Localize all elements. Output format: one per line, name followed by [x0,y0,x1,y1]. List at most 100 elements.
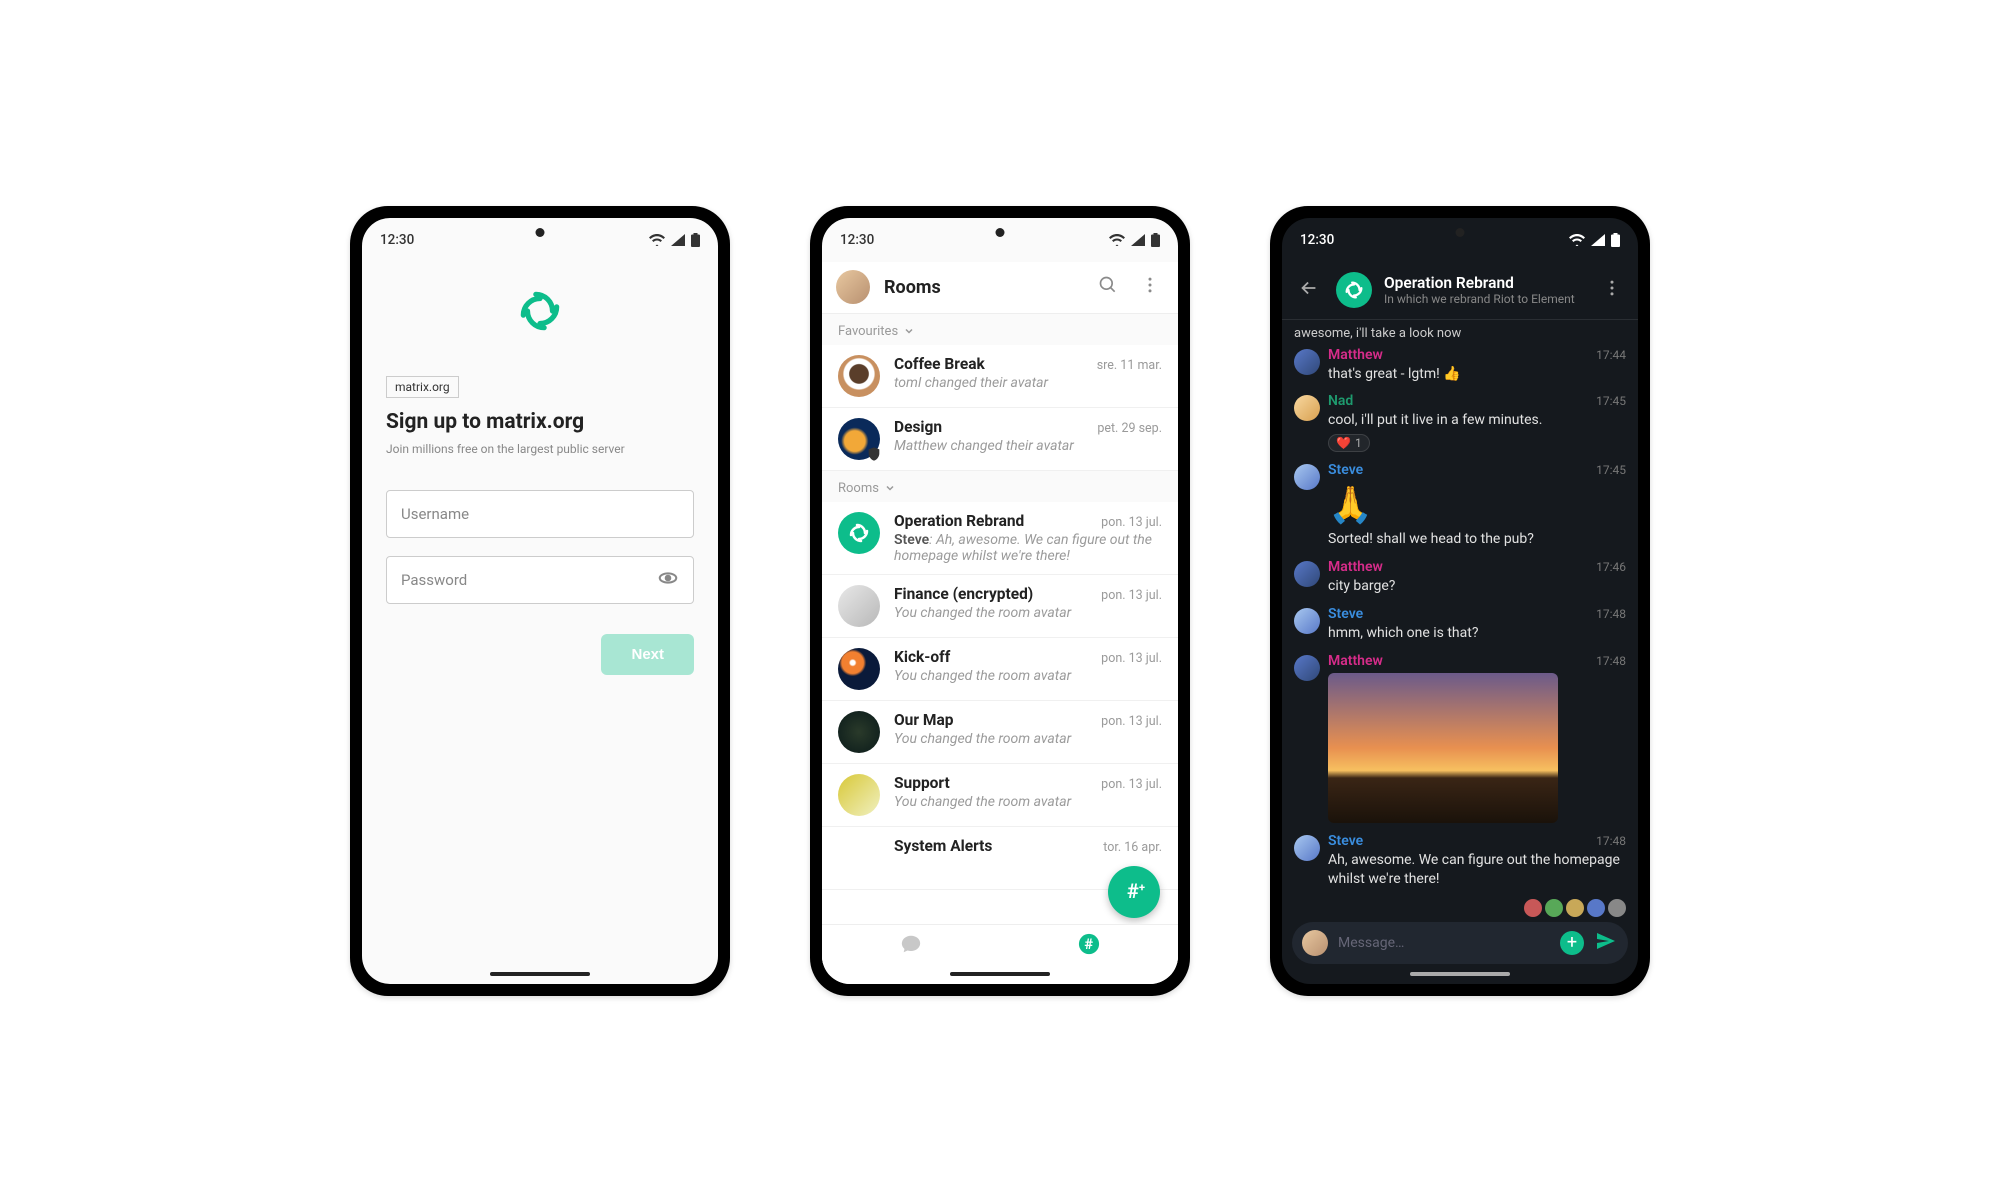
message[interactable]: Steve17:48hmm, which one is that? [1328,606,1626,643]
room-date: pon. 13 jul. [1101,651,1162,666]
room-row[interactable]: Finance (encrypted)pon. 13 jul.You chang… [822,575,1178,638]
message[interactable]: Matthew 17:46 city barge? [1328,559,1626,596]
room-date: pon. 13 jul. [1101,777,1162,792]
more-icon[interactable] [1136,271,1164,303]
sender-name: Steve [1328,606,1363,622]
status-bar: 12:30 [1282,218,1638,262]
signup-screen: 12:30 matrix.org Sign up to matrix.org J… [362,218,718,984]
read-avatar [1566,899,1584,917]
message[interactable]: Steve17:45🙏Sorted! shall we head to the … [1328,462,1626,549]
sender-name: Matthew [1328,347,1383,363]
server-badge[interactable]: matrix.org [386,376,459,398]
next-button[interactable]: Next [601,634,694,675]
room-avatar [838,648,880,690]
room-avatar [838,355,880,397]
user-avatar[interactable] [836,270,870,304]
message[interactable]: Nad17:45cool, i'll put it live in a few … [1328,393,1626,452]
sender-avatar[interactable] [1294,655,1320,681]
room-row[interactable]: Operation Rebrandpon. 13 jul.Steve: Ah, … [822,502,1178,575]
section-label: Favourites [838,324,898,339]
read-avatar [1524,899,1542,917]
battery-icon [1611,233,1620,247]
room-name: Coffee Break [894,355,985,373]
room-info: Designpet. 29 sep.Matthew changed their … [894,418,1162,454]
password-placeholder: Password [401,571,467,589]
signal-icon [1591,234,1605,246]
message-body: cool, i'll put it live in a few minutes. [1328,411,1626,430]
username-field[interactable]: Username [386,490,694,538]
more-icon[interactable] [1598,274,1626,306]
room-subtitle: toml changed their avatar [894,375,1162,391]
status-bar: 12:30 [362,218,718,262]
nav-bar[interactable] [950,972,1050,976]
room-row[interactable]: Designpet. 29 sep.Matthew changed their … [822,408,1178,471]
overflow-message: awesome, i'll take a look now [1294,326,1626,341]
show-password-icon[interactable] [657,567,679,593]
attach-button[interactable]: + [1560,931,1584,955]
rooms-screen: 12:30 Rooms Favourites Coffee Breaksre. 1… [822,218,1178,984]
room-avatar [838,711,880,753]
room-info: Finance (encrypted)pon. 13 jul.You chang… [894,585,1162,621]
room-date: pon. 13 jul. [1101,515,1162,530]
room-name: Finance (encrypted) [894,585,1033,603]
sender-name: Matthew [1328,559,1383,575]
sender-avatar[interactable] [1294,561,1320,587]
status-icons [1569,233,1620,247]
room-row[interactable]: Coffee Breaksre. 11 mar.toml changed the… [822,345,1178,408]
battery-icon [1151,233,1160,247]
room-info: Operation Rebrandpon. 13 jul.Steve: Ah, … [894,512,1162,564]
message[interactable]: Steve17:48Ah, awesome. We can figure out… [1328,833,1626,889]
nav-bar[interactable] [490,972,590,976]
read-avatar [1587,899,1605,917]
rooms-tab[interactable]: # [1000,933,1178,955]
chat-body[interactable]: awesome, i'll take a look now Matthew17:… [1282,320,1638,984]
room-info: Supportpon. 13 jul.You changed the room … [894,774,1162,810]
room-avatar [838,837,880,879]
room-row[interactable]: Supportpon. 13 jul.You changed the room … [822,764,1178,827]
room-section-header[interactable]: Favourites [822,314,1178,345]
status-bar: 12:30 [822,218,1178,262]
sender-avatar[interactable] [1294,464,1320,490]
message[interactable]: Matthew17:48 [1328,653,1626,823]
reaction-chip[interactable]: ❤️ 1 [1328,434,1370,452]
sender-avatar[interactable] [1294,349,1320,375]
message-time: 17:44 [1596,348,1626,362]
message[interactable]: Matthew17:44that's great - lgtm! 👍 [1328,347,1626,384]
message-time: 17:46 [1596,560,1626,574]
chevron-down-icon [884,482,896,494]
room-avatar[interactable] [1336,272,1372,308]
element-logo [515,286,565,340]
read-avatar [1608,899,1626,917]
room-subtitle: You changed the room avatar [894,731,1162,747]
room-row[interactable]: Our Mappon. 13 jul.You changed the room … [822,701,1178,764]
phone-rooms: 12:30 Rooms Favourites Coffee Breaksre. 1… [810,206,1190,996]
status-time: 12:30 [380,232,414,248]
room-subtitle: You changed the room avatar [894,794,1162,810]
room-topic: In which we rebrand Riot to Element [1384,292,1586,306]
sender-avatar[interactable] [1294,608,1320,634]
nav-bar[interactable] [1410,972,1510,976]
message-time: 17:48 [1596,654,1626,668]
room-date: tor. 16 apr. [1103,840,1162,855]
message-image[interactable] [1328,673,1558,823]
sender-avatar[interactable] [1294,835,1320,861]
room-row[interactable]: Kick-offpon. 13 jul.You changed the room… [822,638,1178,701]
new-room-fab[interactable]: #+ [1108,866,1160,918]
message-input[interactable]: Message… [1338,935,1550,951]
message-body: city barge? [1328,577,1626,596]
back-icon[interactable] [1294,273,1324,307]
phone-chat: 12:30 Operation Rebrand In which we rebr… [1270,206,1650,996]
search-icon[interactable] [1094,271,1122,303]
svg-text:#: # [1127,880,1139,903]
send-button[interactable] [1594,929,1618,957]
room-section-header[interactable]: Rooms [822,471,1178,502]
room-name: Our Map [894,711,953,729]
sender-avatar[interactable] [1294,395,1320,421]
chats-tab[interactable] [822,933,1000,955]
password-field[interactable]: Password [386,556,694,604]
battery-icon [691,233,700,247]
read-receipts[interactable] [1328,899,1626,917]
sender-name: Steve [1328,462,1363,478]
svg-text:#: # [1084,935,1093,953]
room-title-wrap[interactable]: Operation Rebrand In which we rebrand Ri… [1384,274,1586,306]
